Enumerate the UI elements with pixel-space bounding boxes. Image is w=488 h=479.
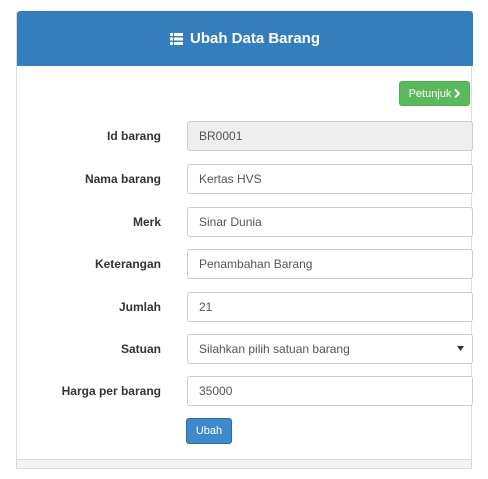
list-icon <box>169 32 183 45</box>
keterangan-field[interactable]: Penambahan Barang <box>187 249 473 279</box>
nama-barang-label: Nama barang <box>84 172 161 186</box>
id-barang-field[interactable]: BR0001 <box>187 121 473 151</box>
harga-field[interactable]: 35000 <box>187 376 473 406</box>
nama-barang-field[interactable]: Kertas HVS <box>187 164 473 194</box>
merk-label: Merk <box>132 215 161 229</box>
caret-down-icon <box>457 346 464 351</box>
panel-heading: Ubah Data Barang <box>17 11 473 66</box>
id-barang-label: Id barang <box>106 129 161 143</box>
panel-footer <box>17 459 471 468</box>
help-button[interactable]: Petunjuk <box>399 81 470 106</box>
panel-title: Ubah Data Barang <box>189 30 321 47</box>
jumlah-label: Jumlah <box>118 300 161 314</box>
keterangan-label: Keterangan <box>94 257 161 271</box>
harga-label: Harga per barang <box>61 384 161 398</box>
help-button-label: Petunjuk <box>408 87 452 100</box>
satuan-label: Satuan <box>120 342 161 356</box>
satuan-select[interactable]: Silahkan pilih satuan barang <box>187 334 473 364</box>
chevron-right-icon <box>454 89 461 98</box>
satuan-selected-value: Silahkan pilih satuan barang <box>199 342 350 356</box>
merk-field[interactable]: Sinar Dunia <box>187 207 473 237</box>
edit-item-panel: Ubah Data Barang Petunjuk Id barang BR00… <box>16 11 473 469</box>
jumlah-field[interactable]: 21 <box>187 292 473 322</box>
submit-button[interactable]: Ubah <box>186 418 232 444</box>
